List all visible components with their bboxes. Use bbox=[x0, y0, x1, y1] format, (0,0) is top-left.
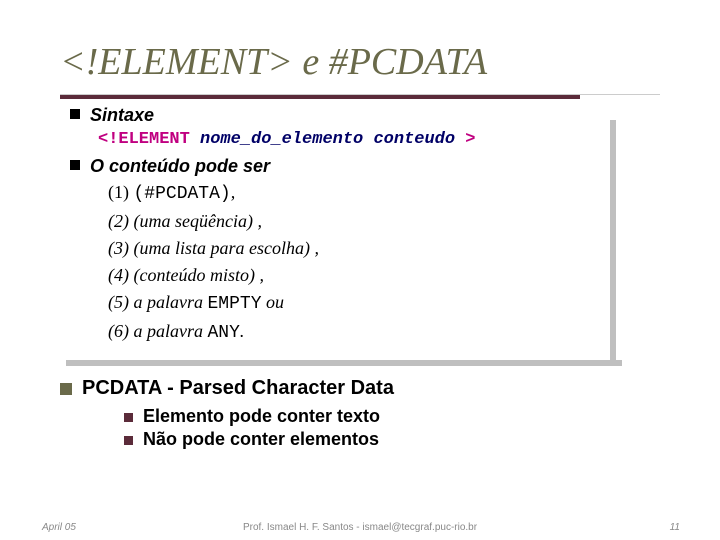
item-code: EMPTY bbox=[207, 294, 261, 314]
arg-content: conteudo bbox=[373, 130, 455, 149]
lower-block: PCDATA - Parsed Character Data Elemento … bbox=[60, 377, 660, 450]
bullet-icon bbox=[60, 383, 72, 395]
syntax-label: Sintaxe bbox=[90, 103, 154, 128]
item-code: (#PCDATA) bbox=[134, 184, 231, 204]
keyword-close: > bbox=[465, 130, 475, 149]
syntax-block: Sintaxe <!ELEMENT nome_do_elemento conte… bbox=[60, 103, 660, 347]
bullet-icon bbox=[124, 413, 133, 422]
item-pre: (6) a palavra bbox=[108, 321, 207, 341]
content-header-suffix: pode ser bbox=[190, 156, 270, 176]
keyword-open: <!ELEMENT bbox=[98, 130, 190, 149]
list-item: (3) (uma lista para escolha) , bbox=[108, 235, 660, 262]
box-shadow-bottom bbox=[66, 360, 622, 366]
item-pre: (5) a palavra bbox=[108, 292, 207, 312]
syntax-code: <!ELEMENT nome_do_elemento conteudo > bbox=[70, 128, 660, 152]
list-item: (1) (#PCDATA), bbox=[108, 179, 660, 208]
content-header-bold: conteúdo bbox=[109, 156, 190, 176]
item-tail: , bbox=[231, 182, 236, 202]
arg-name: nome_do_elemento bbox=[200, 130, 363, 149]
box-shadow-right bbox=[610, 120, 616, 364]
slide-title: <!ELEMENT> e #PCDATA bbox=[60, 40, 660, 84]
item-code: ANY bbox=[207, 323, 239, 343]
content-header-prefix: O bbox=[90, 156, 109, 176]
list-item: (5) a palavra EMPTY ou bbox=[108, 289, 660, 318]
list-item: (2) (uma seqüência) , bbox=[108, 208, 660, 235]
footer-author: Prof. Ismael H. F. Santos - ismael@tecgr… bbox=[0, 522, 720, 533]
item-post: ou bbox=[262, 292, 285, 312]
bullet-icon bbox=[70, 109, 80, 119]
divider-thick bbox=[60, 95, 580, 99]
list-item: (4) (conteúdo misto) , bbox=[108, 262, 660, 289]
item-num: (1) bbox=[108, 182, 134, 202]
list-item: (6) a palavra ANY. bbox=[108, 318, 660, 347]
sub-bullet-text: Elemento pode conter texto bbox=[143, 406, 380, 427]
item-post: . bbox=[240, 321, 245, 341]
main-bullet-text: PCDATA - Parsed Character Data bbox=[82, 377, 394, 400]
footer-page-number: 11 bbox=[670, 522, 680, 533]
bullet-icon bbox=[70, 160, 80, 170]
bullet-icon bbox=[124, 436, 133, 445]
content-header: O conteúdo pode ser bbox=[90, 154, 270, 179]
content-list: (1) (#PCDATA), (2) (uma seqüência) , (3)… bbox=[70, 179, 660, 347]
sub-bullet-text: Não pode conter elementos bbox=[143, 429, 379, 450]
